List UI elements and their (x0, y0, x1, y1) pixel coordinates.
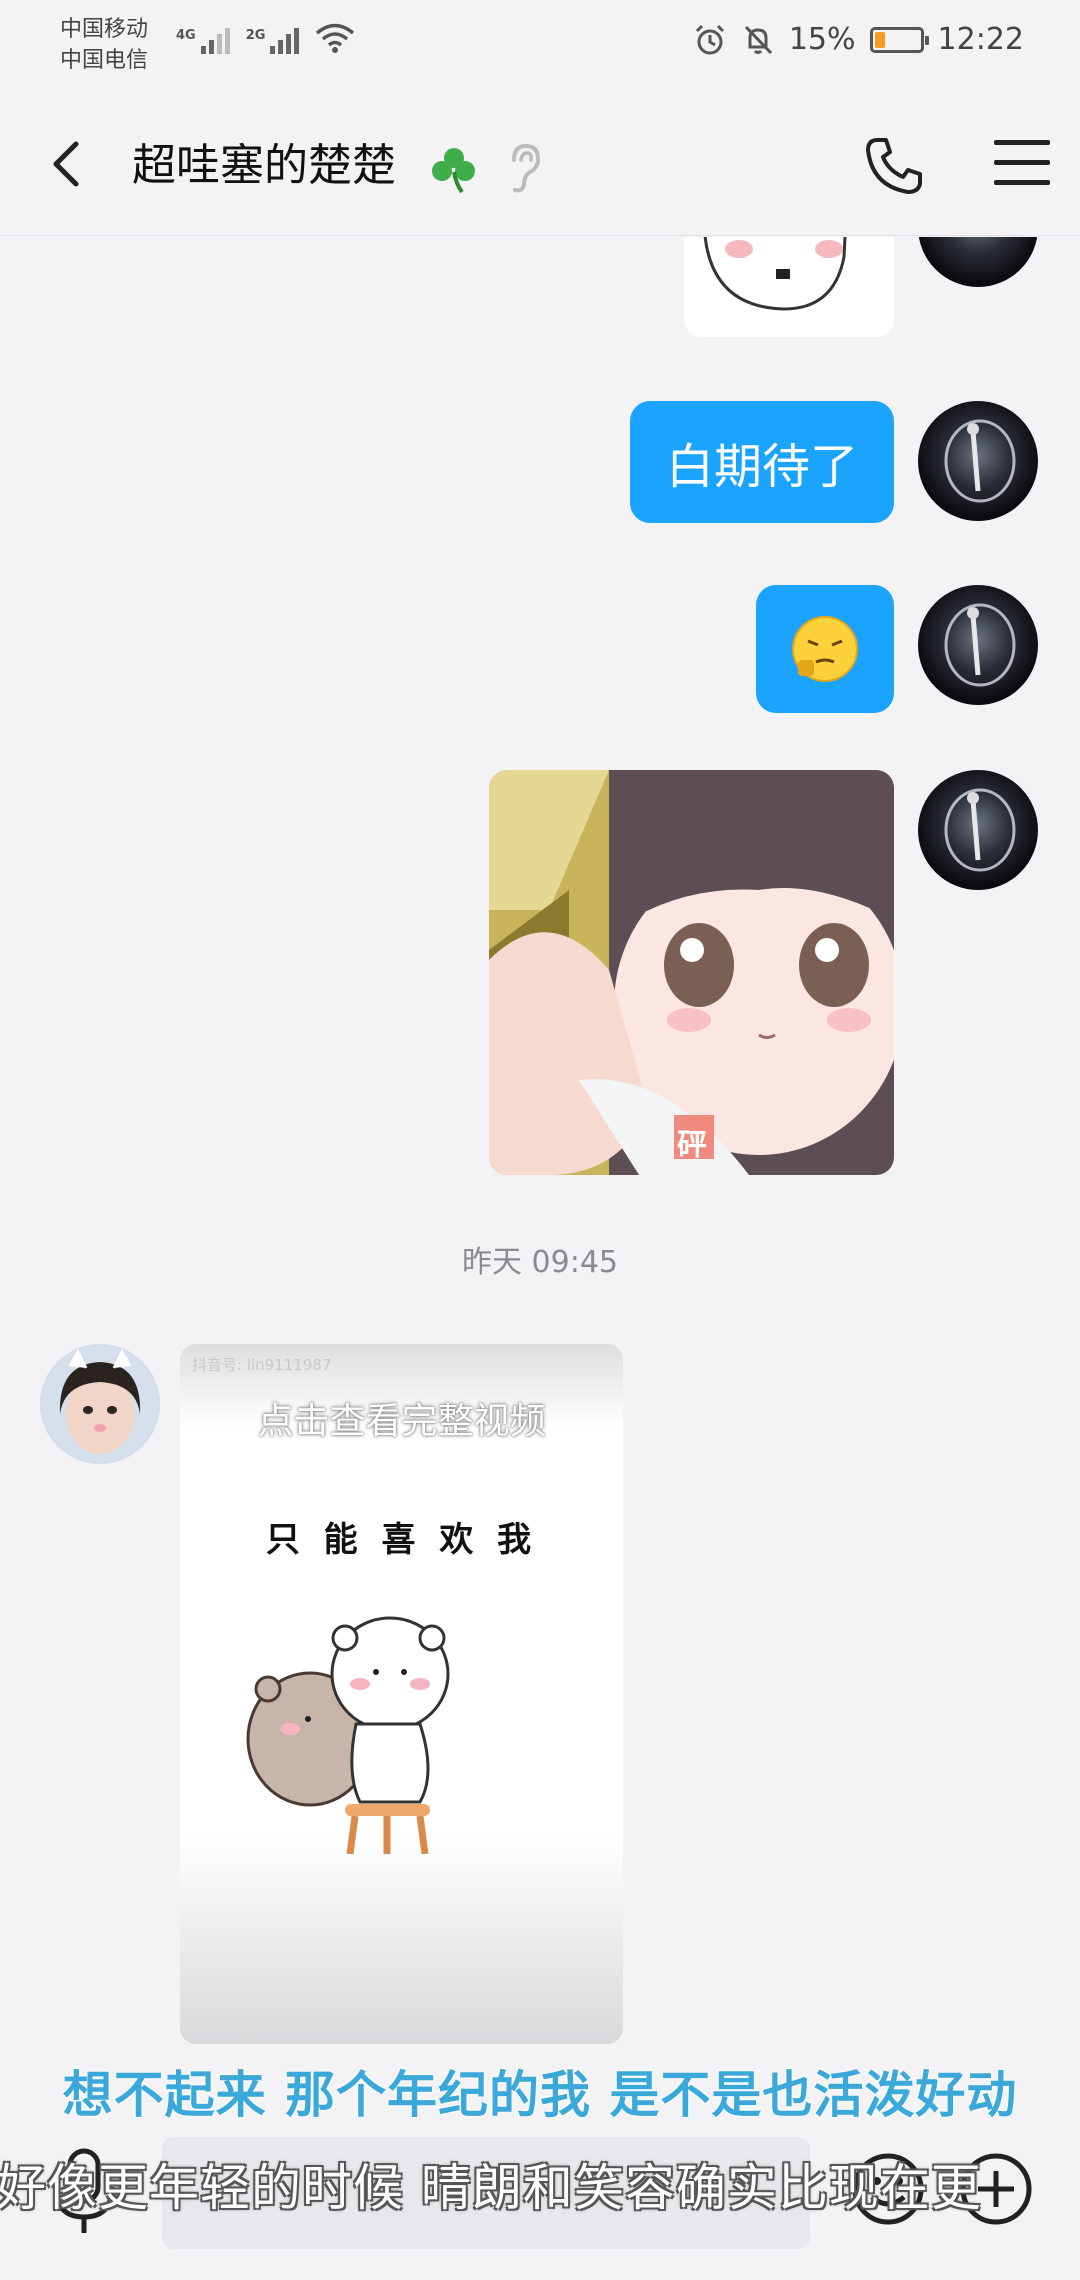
back-button[interactable] (40, 136, 96, 192)
status-bar: 中国移动 中国电信 4G 2G 15% 12:22 (0, 0, 1080, 96)
girl-photo-icon (40, 1344, 160, 1464)
video-message[interactable]: 抖音号: lin9111987 点击查看完整视频 只 能 喜 欢 我 (180, 1344, 623, 2044)
ring-figure-icon (944, 788, 1016, 872)
my-avatar[interactable] (918, 585, 1038, 705)
video-overlay-text[interactable]: 点击查看完整视频 (180, 1392, 623, 1444)
smirk-emoji-icon (792, 616, 858, 682)
my-avatar-top[interactable] (918, 237, 1038, 287)
alarm-icon (695, 24, 724, 54)
message-timestamp: 昨天 09:45 (462, 1245, 618, 1280)
ring-figure-icon (944, 603, 1016, 687)
status-right: 15% 12:22 (693, 22, 1024, 57)
carrier-info: 中国移动 中国电信 (60, 14, 148, 76)
chat-title[interactable]: 超哇塞的楚楚 (132, 138, 396, 194)
menu-button[interactable] (994, 140, 1050, 190)
battery-percent: 15% (788, 22, 856, 57)
signal-indicators: 4G 2G (176, 22, 355, 54)
message-text: 白期待了 (665, 439, 858, 495)
carrier-label-2: 中国电信 (60, 48, 149, 73)
chat-messages: 白期待了 砰 昨天 09:45 抖音号: lin9111987 点击查看完整视频… (0, 237, 1080, 2097)
clover-icon (432, 148, 475, 194)
battery-icon (869, 26, 929, 53)
carrier-label-1: 中国移动 (60, 17, 149, 42)
phone-call-button[interactable] (862, 134, 926, 198)
ring-figure-icon (944, 419, 1016, 503)
contact-avatar[interactable] (40, 1344, 160, 1464)
chat-header: 超哇塞的楚楚 (0, 96, 1080, 236)
my-avatar[interactable] (918, 401, 1038, 521)
ear-icon[interactable] (504, 140, 544, 196)
message-bubble-text[interactable]: 白期待了 (630, 401, 894, 523)
cat-sticker-icon (703, 237, 847, 311)
message-bubble-emoji[interactable] (756, 585, 894, 713)
image-message[interactable]: 砰 (489, 770, 894, 1175)
lyric-line-2: 好像更年轻的时候 晴朗和笑容确实比现在更 (0, 2159, 982, 2217)
bears-sticker-icon (246, 1616, 450, 1854)
video-watermark: 抖音号: lin9111987 (192, 1356, 332, 1374)
clock: 12:22 (937, 22, 1024, 57)
signal-2g-icon: 2G (246, 28, 300, 54)
wifi-icon (316, 23, 355, 53)
my-avatar[interactable] (918, 770, 1038, 890)
signal-4g-icon: 4G (176, 28, 230, 54)
anime-girl-image (489, 770, 894, 1175)
image-stamp: 砰 (677, 1128, 707, 1163)
mute-bell-icon (744, 25, 772, 54)
lyric-line-1: 想不起来 那个年纪的我 是不是也活泼好动 (62, 2066, 1018, 2124)
sticker-message-partial[interactable] (684, 237, 894, 337)
